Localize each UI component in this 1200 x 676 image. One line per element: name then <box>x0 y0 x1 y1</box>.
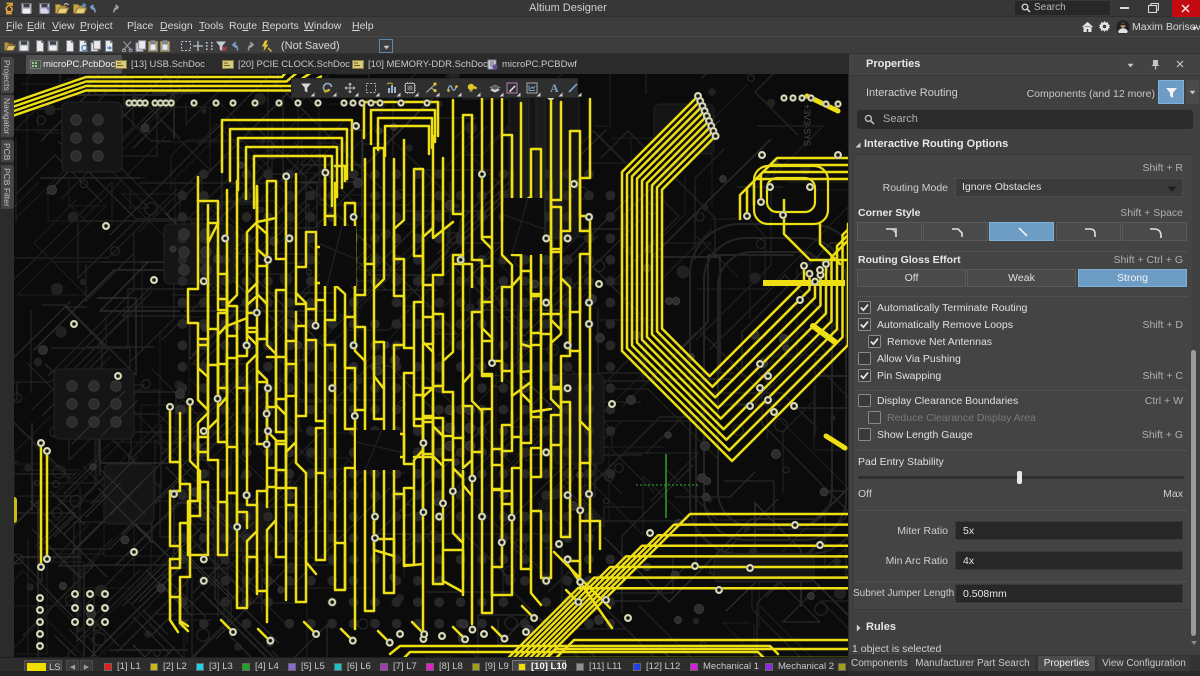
svg-text:+3V3-SYS: +3V3-SYS <box>802 104 812 146</box>
